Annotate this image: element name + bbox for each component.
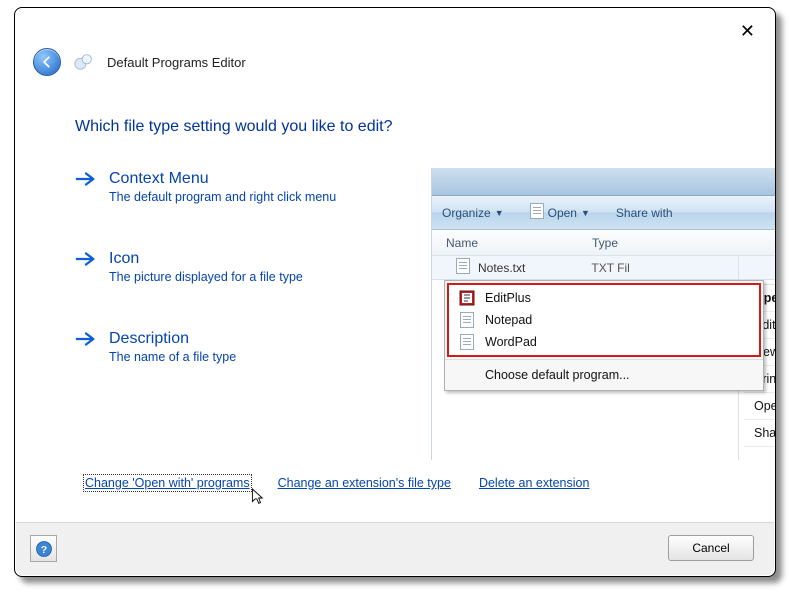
open-with-menu: EditPlus Notepad WordPad Choose default … <box>444 280 764 391</box>
help-button[interactable]: ? <box>30 535 57 562</box>
help-icon: ? <box>35 540 53 558</box>
openwith-label: WordPad <box>485 335 537 349</box>
toolbar-label: Open <box>548 206 577 220</box>
arrow-left-icon <box>40 55 54 69</box>
option-label: Context Menu <box>109 170 336 188</box>
bottom-links: Change 'Open with' programs Change an ex… <box>85 476 589 490</box>
toolbar-label: Organize <box>442 206 491 220</box>
cursor-pointer-icon <box>247 487 265 512</box>
toolbar-share[interactable]: Share with <box>616 206 673 220</box>
chevron-down-icon: ▼ <box>581 208 590 218</box>
chevron-down-icon: ▼ <box>495 208 504 218</box>
file-type: TXT Fil <box>591 261 629 275</box>
arrow-right-icon <box>75 330 97 351</box>
action-openwith[interactable]: Open with <box>744 393 775 420</box>
arrow-right-icon <box>75 170 97 191</box>
page-icon <box>456 258 470 277</box>
link-delete-extension[interactable]: Delete an extension <box>479 476 590 490</box>
preview-pane: « Documents ▸ My Files Organize ▼ Open ▼… <box>431 168 775 460</box>
program-icon <box>459 334 475 350</box>
preview-titlebar: « Documents ▸ My Files <box>432 168 775 196</box>
option-desc: The default program and right click menu <box>109 190 336 204</box>
preview-toolbar: Organize ▼ Open ▼ Share with <box>432 196 775 230</box>
option-label: Description <box>109 330 236 348</box>
page-title: Default Programs Editor <box>107 55 246 70</box>
openwith-item-wordpad[interactable]: WordPad <box>449 331 759 353</box>
toolbar-label: Share with <box>616 206 673 220</box>
dialog-window: ✕ Default Programs Editor Which file typ… <box>14 7 776 577</box>
preview-column-headers: Name Type <box>432 230 775 256</box>
action-sharewith[interactable]: Share with <box>744 420 775 447</box>
option-label: Icon <box>109 250 303 268</box>
app-icon <box>71 49 97 75</box>
page-icon <box>530 203 544 222</box>
program-icon <box>459 290 475 306</box>
heading: Which file type setting would you like t… <box>75 118 755 136</box>
column-type[interactable]: Type <box>588 236 618 250</box>
openwith-label: EditPlus <box>485 291 531 305</box>
cancel-button[interactable]: Cancel <box>668 535 754 561</box>
file-row[interactable]: Notes.txt TXT Fil <box>432 256 775 280</box>
file-name: Notes.txt <box>478 261 525 275</box>
openwith-label: Notepad <box>485 313 532 327</box>
svg-text:?: ? <box>40 543 46 555</box>
open-with-highlight: EditPlus Notepad WordPad <box>447 283 761 357</box>
arrow-right-icon <box>75 250 97 271</box>
openwith-choose-default[interactable]: Choose default program... <box>445 359 763 390</box>
back-button[interactable] <box>33 48 61 76</box>
link-change-extension[interactable]: Change an extension's file type <box>278 476 451 490</box>
option-desc: The picture displayed for a file type <box>109 270 303 284</box>
header-bar: Default Programs Editor <box>33 48 246 76</box>
toolbar-organize[interactable]: Organize ▼ <box>442 206 504 220</box>
openwith-item-editplus[interactable]: EditPlus <box>449 287 759 309</box>
column-name[interactable]: Name <box>432 236 588 250</box>
toolbar-open[interactable]: Open ▼ <box>530 203 590 222</box>
link-change-open-with[interactable]: Change 'Open with' programs <box>85 476 250 490</box>
program-icon <box>459 312 475 328</box>
footer: ? Cancel <box>16 522 774 575</box>
option-desc: The name of a file type <box>109 350 236 364</box>
openwith-item-notepad[interactable]: Notepad <box>449 309 759 331</box>
close-icon[interactable]: ✕ <box>740 22 755 40</box>
